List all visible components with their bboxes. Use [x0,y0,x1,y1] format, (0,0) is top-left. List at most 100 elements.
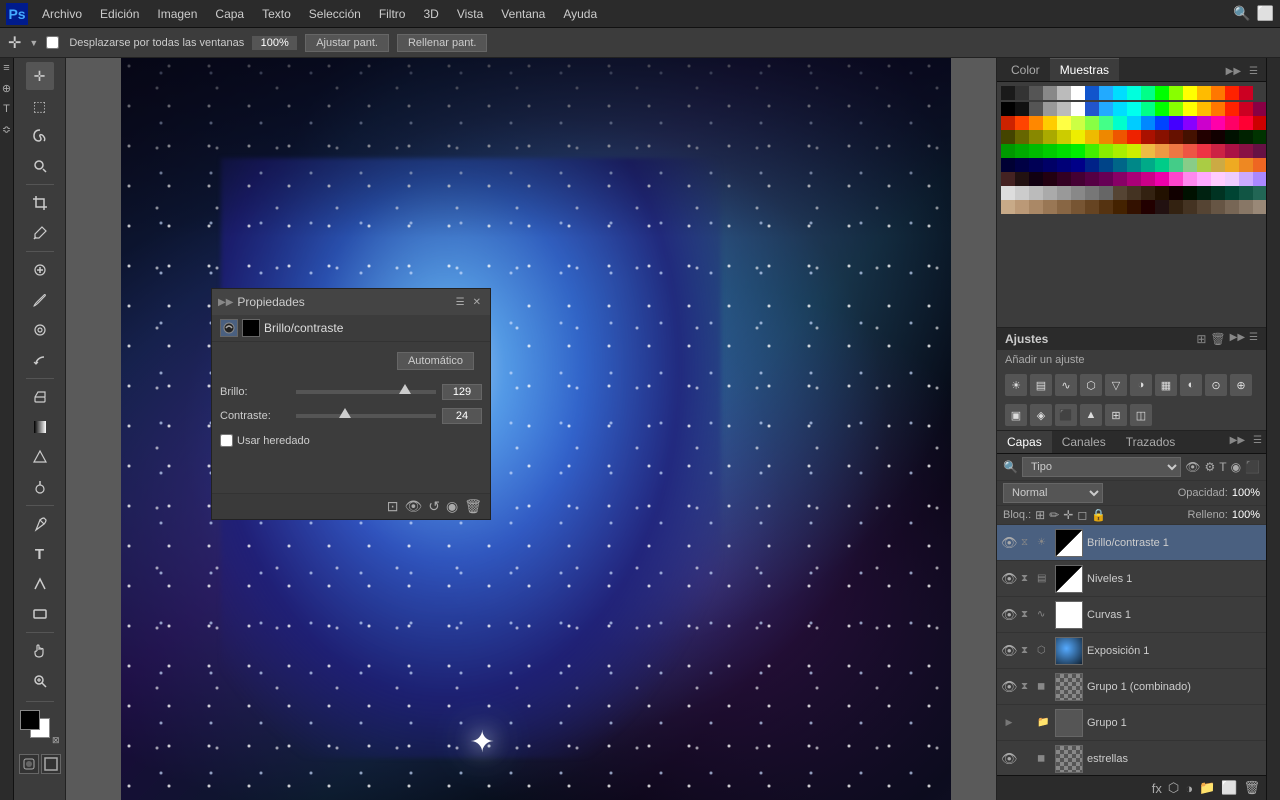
swatch[interactable] [1099,130,1113,144]
swatch[interactable] [1253,144,1266,158]
swatch[interactable] [1127,158,1141,172]
capas-adjustment-icon[interactable]: ◑ [1185,781,1193,796]
swatch[interactable] [1127,102,1141,116]
swatch[interactable] [1071,102,1085,116]
menu-ventana[interactable]: Ventana [493,5,553,23]
swatch[interactable] [1253,158,1266,172]
layer-vis-exposicion[interactable]: 👁 [1001,643,1017,659]
swatch[interactable] [1029,86,1043,100]
swatch[interactable] [1057,158,1071,172]
swatch[interactable] [1043,158,1057,172]
swatch[interactable] [1113,130,1127,144]
swatch[interactable] [1057,86,1071,100]
swatch[interactable] [1183,186,1197,200]
menu-3d[interactable]: 3D [415,5,446,23]
marquee-tool[interactable]: ⬚ [26,92,54,120]
eyedropper-tool[interactable] [26,219,54,247]
layer-item-niveles[interactable]: 👁 ⧗ ▤ Niveles 1 [997,561,1266,597]
blur-tool[interactable] [26,443,54,471]
ajuste-curves[interactable]: ∿ [1055,374,1077,396]
capas-filter-smart[interactable]: ◉ [1231,460,1241,474]
panel-close-icon[interactable]: ✕ [470,297,484,308]
swatch[interactable] [1197,102,1211,116]
swatch[interactable] [1253,200,1266,214]
swatch[interactable] [1127,200,1141,214]
brush-tool[interactable] [26,286,54,314]
ajuste-invert[interactable]: ◈ [1030,404,1052,426]
swatch[interactable] [1253,116,1266,130]
ajuste-color-lookup[interactable]: ▣ [1005,404,1027,426]
swatch[interactable] [1057,102,1071,116]
swatch[interactable] [1155,200,1169,214]
swatch[interactable] [1001,116,1015,130]
tipo-select[interactable]: Tipo [1022,457,1181,477]
swatch[interactable] [1043,186,1057,200]
swatch[interactable] [1155,86,1169,100]
swatch[interactable] [1029,200,1043,214]
swatch[interactable] [1085,186,1099,200]
swatch[interactable] [1001,200,1015,214]
swatch[interactable] [1183,86,1197,100]
clip-to-layer-icon[interactable]: ⊡ [387,498,399,515]
swatch[interactable] [1211,144,1225,158]
swatch[interactable] [1155,130,1169,144]
swatch[interactable] [1015,200,1029,214]
swatch[interactable] [1085,200,1099,214]
zoom-tool[interactable] [26,667,54,695]
swatch[interactable] [1099,116,1113,130]
panel-menu-icon[interactable]: ☰ [453,297,468,308]
swatch[interactable] [1239,102,1253,116]
ajuste-threshold[interactable]: ▲ [1080,404,1102,426]
swatch[interactable] [1155,172,1169,186]
swatch[interactable] [1183,102,1197,116]
swatch[interactable] [1043,144,1057,158]
swatch[interactable] [1239,172,1253,186]
panel-collapse-icon[interactable]: ▶▶ [218,297,233,308]
layer-vis-grupo1c[interactable]: 👁 [1001,679,1017,695]
swatch[interactable] [1001,186,1015,200]
swatch[interactable] [1253,102,1266,116]
screen-mode-icon[interactable] [41,754,61,774]
swatch[interactable] [1141,172,1155,186]
swatch[interactable] [1211,200,1225,214]
swatch[interactable] [1043,130,1057,144]
swatch[interactable] [1113,172,1127,186]
swatch[interactable] [1043,172,1057,186]
eraser-tool[interactable] [26,383,54,411]
swatch[interactable] [1043,200,1057,214]
gradient-tool[interactable] [26,413,54,441]
swatch[interactable] [1197,172,1211,186]
clone-tool[interactable] [26,316,54,344]
swatch[interactable] [1183,144,1197,158]
swatch[interactable] [1113,186,1127,200]
capas-group-icon[interactable]: 📁 [1199,780,1215,796]
swatch[interactable] [1085,158,1099,172]
swatch[interactable] [1071,186,1085,200]
layer-item-curvas[interactable]: 👁 ⧗ ∿ Curvas 1 [997,597,1266,633]
swatch[interactable] [1239,144,1253,158]
menu-texto[interactable]: Texto [254,5,299,23]
capas-menu-icon[interactable]: ☰ [1249,431,1266,453]
swatch[interactable] [1071,130,1085,144]
panel-menu-btn[interactable]: ☰ [1245,62,1262,81]
swatch[interactable] [1099,144,1113,158]
capas-new-icon[interactable]: ⬜ [1221,780,1237,796]
swatch[interactable] [1001,130,1015,144]
swatch[interactable] [1183,116,1197,130]
menu-capa[interactable]: Capa [207,5,252,23]
swatch[interactable] [1225,102,1239,116]
swatch[interactable] [1127,144,1141,158]
swatch[interactable] [1015,130,1029,144]
usar-heredado-checkbox[interactable] [220,434,233,447]
swatch[interactable] [1211,116,1225,130]
swatch[interactable] [1239,116,1253,130]
swatch[interactable] [1197,116,1211,130]
ajuste-selective-color[interactable]: ◫ [1130,404,1152,426]
reset-colors-icon[interactable]: ⊠ [52,735,60,746]
lock-artboard-icon[interactable]: ◻ [1077,508,1087,522]
swatch[interactable] [1183,200,1197,214]
swatch[interactable] [1169,130,1183,144]
swatch[interactable] [1127,130,1141,144]
fit-screen-button[interactable]: Ajustar pant. [305,34,389,52]
layer-item-brillo[interactable]: 👁 ⧖ ☀ Brillo/contraste 1 [997,525,1266,561]
